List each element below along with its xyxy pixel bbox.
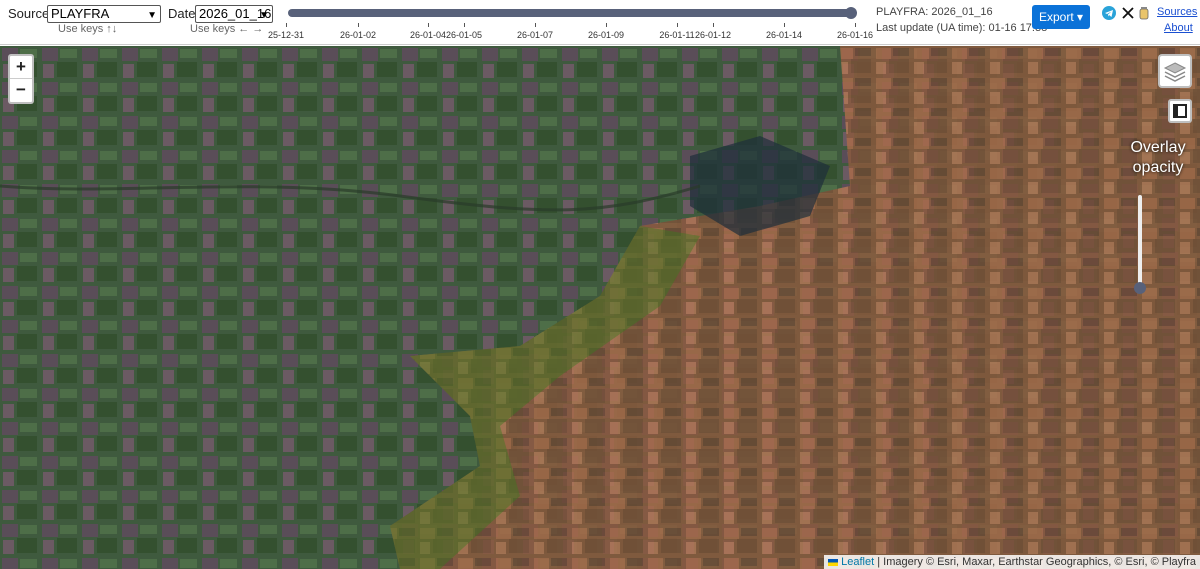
last-update: Last update (UA time): 01-16 17:38: [876, 22, 1048, 34]
leaflet-link[interactable]: Leaflet: [841, 556, 874, 568]
overlay-opacity-label: Overlay opacity: [1130, 139, 1186, 176]
telegram-icon[interactable]: [1102, 6, 1116, 20]
zoom-in-button[interactable]: +: [10, 56, 32, 79]
zoom-out-button[interactable]: −: [10, 79, 32, 102]
timeline-track[interactable]: [288, 9, 854, 17]
date-hint: Use keys ← →: [190, 23, 264, 35]
timeline-tick: [464, 23, 465, 27]
x-icon[interactable]: [1121, 6, 1135, 20]
attribution-text: | Imagery © Esri, Maxar, Earthstar Geogr…: [874, 556, 1196, 568]
zoom-control: + −: [8, 54, 34, 104]
timeline-tick-label[interactable]: 26-01-05: [446, 30, 482, 40]
chevron-down-icon: ▼: [147, 10, 157, 21]
timeline-tick-label[interactable]: 26-01-14: [766, 30, 802, 40]
timeline-tick: [713, 23, 714, 27]
timeline-tick: [606, 23, 607, 27]
top-toolbar: Source PLAYFRA ▼ Use keys ↑↓ Date 2026_0…: [0, 0, 1200, 45]
layers-button[interactable]: [1158, 54, 1192, 88]
layers-icon: [1163, 62, 1187, 82]
ukraine-flag-icon: [828, 558, 839, 566]
timeline-tick: [784, 23, 785, 27]
timeline-tick: [358, 23, 359, 27]
timeline-handle[interactable]: [845, 7, 857, 19]
date-label: Date: [168, 6, 196, 21]
source-label: Source: [8, 6, 50, 21]
map-imagery: [0, 46, 1200, 569]
timeline-tick-label[interactable]: 25-12-31: [268, 30, 304, 40]
satellite-map[interactable]: Leaflet | Imagery © Esri, Maxar, Earthst…: [0, 46, 1200, 569]
timeline-tick-label[interactable]: 26-01-04: [410, 30, 446, 40]
about-link[interactable]: About: [1164, 22, 1193, 34]
timeline-tick-label[interactable]: 26-01-11: [659, 30, 694, 40]
map-attribution: Leaflet | Imagery © Esri, Maxar, Earthst…: [824, 555, 1200, 569]
timeline-tick-label[interactable]: 26-01-09: [588, 30, 624, 40]
chevron-down-icon: ▼: [259, 10, 269, 21]
source-select[interactable]: PLAYFRA ▼: [47, 5, 161, 23]
frame-toggle-button[interactable]: [1168, 99, 1192, 123]
source-select-value: PLAYFRA: [51, 6, 110, 21]
timeline-tick-label[interactable]: 26-01-07: [517, 30, 553, 40]
overlay-opacity-handle[interactable]: [1134, 282, 1146, 294]
timeline-tick-label[interactable]: 26-01-02: [340, 30, 376, 40]
timeline-tick: [535, 23, 536, 27]
timeline-tick: [677, 23, 678, 27]
current-source-date: PLAYFRA: 2026_01_16: [876, 6, 993, 18]
export-button[interactable]: Export ▾: [1032, 5, 1090, 29]
timeline-tick: [855, 23, 856, 27]
overlay-opacity-slider[interactable]: [1138, 195, 1142, 291]
timeline-tick-label[interactable]: 26-01-16: [837, 30, 873, 40]
frame-icon: [1173, 104, 1187, 118]
sources-link[interactable]: Sources: [1157, 6, 1197, 18]
timeline-tick: [286, 23, 287, 27]
source-hint: Use keys ↑↓: [58, 23, 118, 35]
timeline-tick-label[interactable]: 26-01-12: [695, 30, 731, 40]
date-select[interactable]: 2026_01_16 ▼: [195, 5, 273, 23]
donate-jar-icon[interactable]: [1138, 6, 1150, 20]
timeline-tick: [428, 23, 429, 27]
export-label: Export: [1038, 10, 1074, 24]
